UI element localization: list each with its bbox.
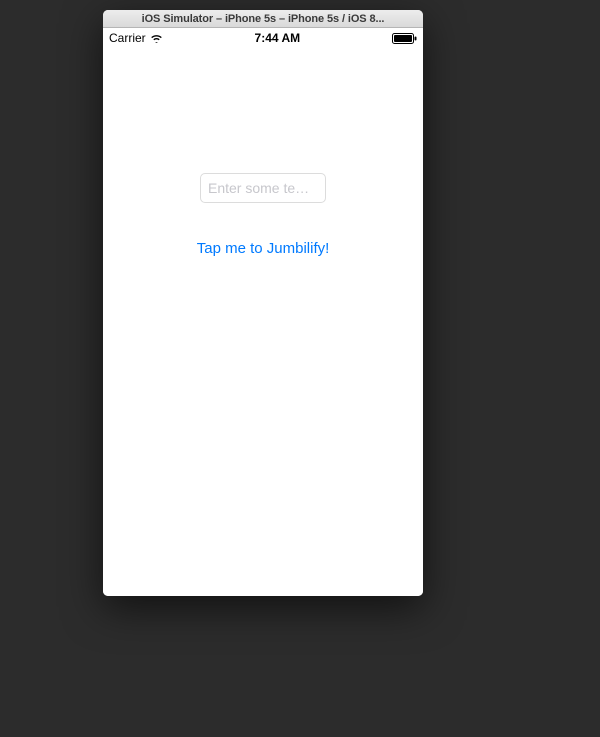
ios-status-bar: Carrier 7:44 AM [103,28,423,48]
mac-window-titlebar[interactable]: iOS Simulator – iPhone 5s – iPhone 5s / … [103,10,423,28]
battery-icon [392,33,417,44]
app-content: Tap me to Jumbilify! [103,48,423,596]
wifi-icon [150,34,163,43]
phone-screen: Carrier 7:44 AM T [103,28,423,596]
window-title-text: iOS Simulator – iPhone 5s – iPhone 5s / … [142,13,385,25]
jumbilify-button[interactable]: Tap me to Jumbilify! [189,236,338,261]
text-input[interactable] [200,173,326,203]
simulator-window: iOS Simulator – iPhone 5s – iPhone 5s / … [103,10,423,596]
status-time: 7:44 AM [255,31,301,45]
carrier-label: Carrier [109,31,146,45]
status-right [392,33,417,44]
status-left: Carrier [109,31,163,45]
